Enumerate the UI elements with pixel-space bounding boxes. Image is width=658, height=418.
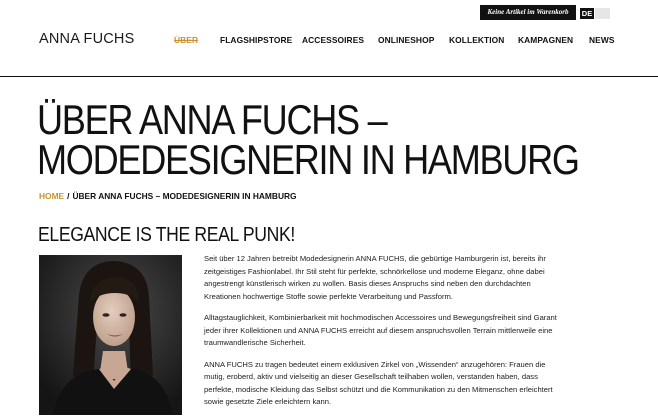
nav-item-ueber[interactable]: ÜBER — [174, 35, 198, 45]
nav-item-news[interactable]: NEWS — [589, 35, 615, 45]
nav-item-onlineshop[interactable]: ONLINESHOP — [378, 35, 434, 45]
nav-item-kampagnen[interactable]: KAMPAGNEN — [518, 35, 573, 45]
nav-item-kollektion[interactable]: KOLLEKTION — [449, 35, 504, 45]
language-de-button[interactable]: DE — [580, 8, 594, 19]
page-title-line-1: ÜBER ANNA FUCHS – — [37, 96, 388, 143]
page-title-line-2: MODEDESIGNERIN IN HAMBURG — [37, 136, 580, 183]
about-text: Seit über 12 Jahren betreibt Modedesigne… — [204, 253, 564, 418]
section-tagline: ELEGANCE IS THE REAL PUNK! — [38, 224, 295, 246]
nav-item-accessoires[interactable]: ACCESSOIRES — [302, 35, 364, 45]
breadcrumb-home-link[interactable]: HOME — [39, 191, 64, 201]
header-divider — [0, 76, 658, 77]
about-paragraph-2: Alltagstauglichkeit, Kombinierbarkeit mi… — [204, 313, 557, 347]
about-paragraph-1: Seit über 12 Jahren betreibt Modedesigne… — [204, 254, 546, 301]
breadcrumb-separator: / — [67, 191, 70, 201]
about-paragraph-3: ANNA FUCHS zu tragen bedeutet einem exkl… — [204, 359, 553, 407]
cart-status-link[interactable]: Keine Artikel im Warenkorb — [480, 5, 576, 20]
nav-item-flagshipstore[interactable]: FLAGSHIPSTORE — [220, 35, 292, 45]
page-title: ÜBER ANNA FUCHS – MODEDESIGNERIN IN HAMB… — [37, 96, 580, 183]
main-navigation: ÜBER FLAGSHIPSTORE ACCESSOIRES ONLINESHO… — [0, 35, 658, 47]
language-en-button[interactable]: EN — [595, 8, 610, 19]
designer-portrait-image — [39, 255, 182, 415]
breadcrumb: HOME / ÜBER ANNA FUCHS – MODEDESIGNERIN IN… — [39, 191, 297, 201]
breadcrumb-current: ÜBER ANNA FUCHS – MODEDESIGNERIN IN HAMB… — [72, 191, 297, 201]
